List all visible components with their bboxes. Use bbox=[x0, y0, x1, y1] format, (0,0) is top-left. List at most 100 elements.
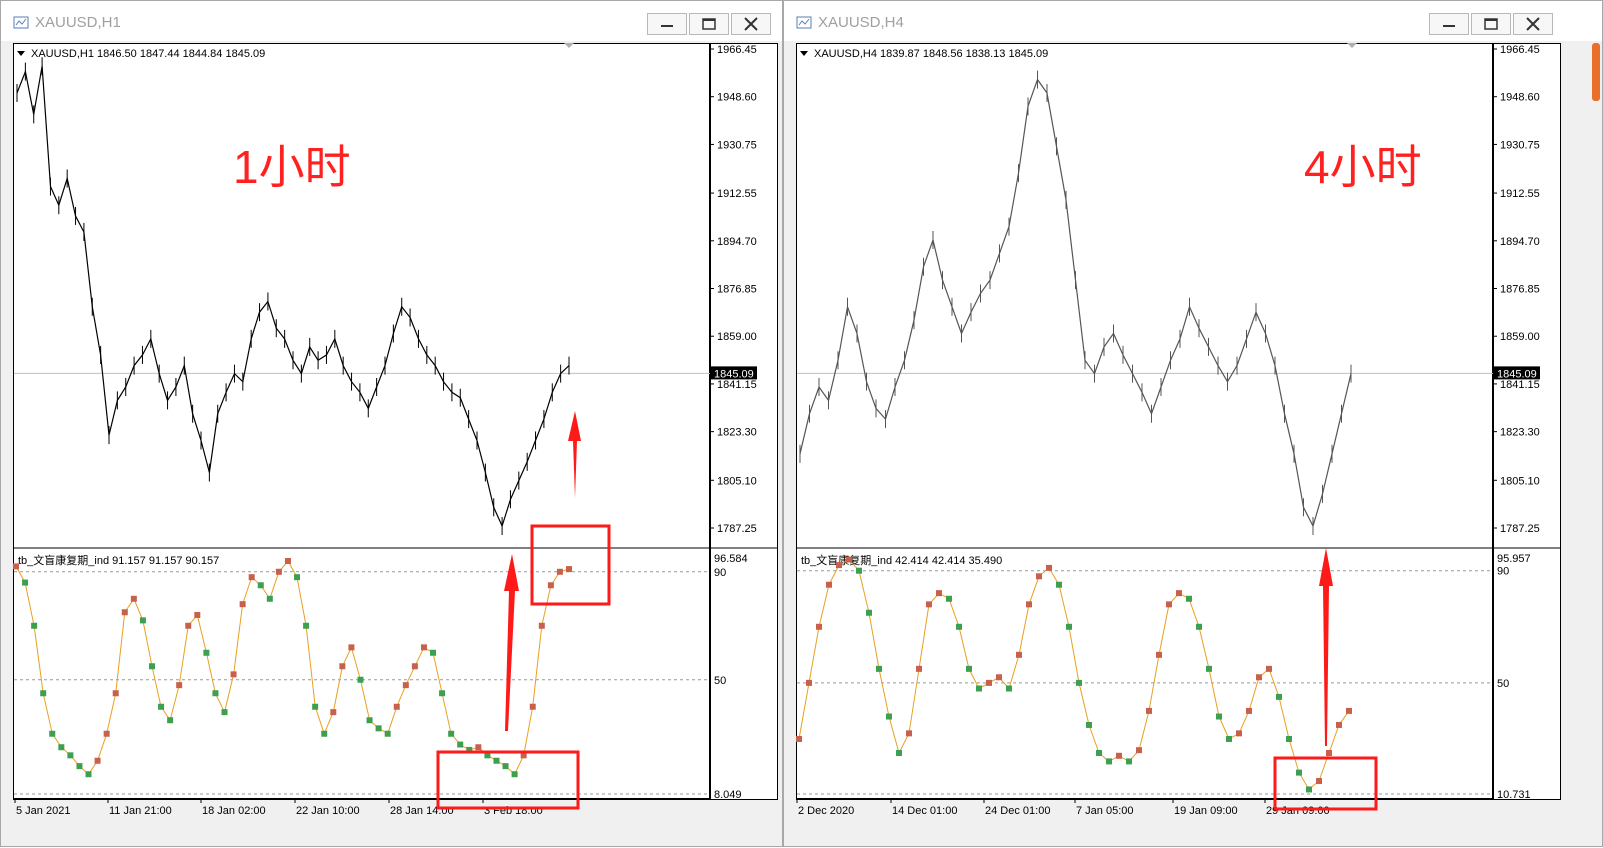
indicator-point bbox=[139, 617, 146, 624]
dropdown-triangle-icon bbox=[17, 51, 25, 56]
time-tick-label: 18 Jan 02:00 bbox=[202, 805, 266, 817]
indicator-point bbox=[185, 622, 192, 629]
indicator-point bbox=[475, 744, 482, 751]
indicator-point bbox=[1106, 758, 1112, 765]
price-tick-label: 1894.70 bbox=[717, 236, 757, 248]
time-tick-label: 24 Dec 01:00 bbox=[985, 805, 1050, 817]
price-tick-label: 1930.75 bbox=[717, 139, 757, 151]
time-tick-label: 2 Dec 2020 bbox=[798, 805, 854, 817]
indicator-point bbox=[1326, 749, 1332, 756]
scrollbar-thumb[interactable] bbox=[1592, 43, 1600, 101]
indicator-point bbox=[906, 730, 912, 737]
indicator-point bbox=[996, 674, 1002, 681]
indicator-point bbox=[402, 682, 409, 689]
indicator-point bbox=[266, 595, 273, 602]
indicator-point bbox=[796, 735, 802, 742]
indicator-point bbox=[1066, 623, 1072, 630]
indicator-point bbox=[1136, 747, 1142, 754]
indicator-level-label: 50 bbox=[1497, 678, 1509, 690]
indicator-point bbox=[1166, 601, 1172, 608]
indicator-point bbox=[248, 574, 255, 581]
price-tick-label: 1841.15 bbox=[717, 379, 757, 391]
indicator-max-label: 96.584 bbox=[714, 553, 748, 565]
indicator-point bbox=[816, 623, 822, 630]
chart-canvas[interactable]: XAUUSD,H1 1846.50 1847.44 1844.84 1845.0… bbox=[1, 1, 784, 848]
indicator-point bbox=[239, 601, 246, 608]
indicator-point bbox=[103, 730, 110, 737]
indicator-point bbox=[148, 663, 155, 670]
indicator-point bbox=[1216, 713, 1222, 720]
time-tick-label: 7 Jan 05:00 bbox=[1076, 805, 1134, 817]
indicator-point bbox=[946, 595, 952, 602]
indicator-point bbox=[956, 623, 962, 630]
indicator-point bbox=[257, 582, 264, 589]
price-tick-label: 1805.10 bbox=[1500, 475, 1540, 487]
price-series bbox=[799, 78, 1352, 528]
indicator-header: tb_文盲康复期_ind 42.414 42.414 35.490 bbox=[801, 553, 1002, 567]
price-tick-label: 1876.85 bbox=[1500, 284, 1540, 296]
indicator-point bbox=[1036, 573, 1042, 580]
time-tick-label: 5 Jan 2021 bbox=[16, 805, 70, 817]
indicator-point bbox=[330, 709, 337, 716]
indicator-point bbox=[1266, 665, 1272, 672]
indicator-point bbox=[167, 717, 174, 724]
indicator-point bbox=[876, 665, 882, 672]
up-arrow-icon bbox=[1319, 548, 1333, 746]
indicator-point bbox=[194, 611, 201, 618]
indicator-point bbox=[826, 581, 832, 588]
indicator-point bbox=[94, 757, 101, 764]
indicator-point bbox=[411, 663, 418, 670]
chart-window-h1[interactable]: XAUUSD,H1 XAUUSD,H1 1846.50 1847.44 1844… bbox=[0, 0, 783, 847]
indicator-point bbox=[112, 690, 119, 697]
indicator-point bbox=[49, 730, 56, 737]
indicator-point bbox=[1006, 685, 1012, 692]
indicator-point bbox=[511, 771, 518, 778]
indicator-point bbox=[556, 568, 563, 575]
vertical-scrollbar[interactable] bbox=[1590, 41, 1602, 841]
symbol-header: XAUUSD,H4 1839.87 1848.56 1838.13 1845.0… bbox=[814, 48, 1048, 60]
price-tick-label: 1859.00 bbox=[1500, 331, 1540, 343]
indicator-point bbox=[430, 649, 437, 656]
indicator-point bbox=[1226, 735, 1232, 742]
indicator-point bbox=[916, 665, 922, 672]
chart-canvas[interactable]: XAUUSD,H4 1839.87 1848.56 1838.13 1845.0… bbox=[784, 1, 1592, 848]
price-tick-label: 1787.25 bbox=[1500, 523, 1540, 535]
indicator-point bbox=[1086, 721, 1092, 728]
dropdown-triangle-icon bbox=[800, 51, 808, 56]
indicator-point bbox=[936, 590, 942, 597]
indicator-point bbox=[275, 568, 282, 575]
indicator-point bbox=[1126, 758, 1132, 765]
indicator-point bbox=[212, 690, 219, 697]
chart-window-h4[interactable]: XAUUSD,H4 XAUUSD,H4 1839.87 1848.56 1838… bbox=[783, 0, 1603, 847]
indicator-point bbox=[547, 582, 554, 589]
indicator-point bbox=[321, 730, 328, 737]
indicator-point bbox=[1016, 651, 1022, 658]
indicator-point bbox=[1276, 693, 1282, 700]
indicator-point bbox=[976, 685, 982, 692]
price-tick-label: 1948.60 bbox=[717, 92, 757, 104]
indicator-point bbox=[886, 713, 892, 720]
indicator-point bbox=[448, 730, 455, 737]
indicator-line bbox=[15, 560, 570, 776]
indicator-point bbox=[357, 676, 364, 683]
current-price-label: 1845.09 bbox=[714, 368, 754, 380]
indicator-point bbox=[294, 574, 301, 581]
indicator-point bbox=[203, 649, 210, 656]
indicator-point bbox=[806, 679, 812, 686]
indicator-point bbox=[538, 622, 545, 629]
indicator-point bbox=[76, 763, 83, 770]
price-tick-label: 1966.45 bbox=[1500, 44, 1540, 56]
indicator-point bbox=[529, 703, 536, 710]
indicator-point bbox=[58, 744, 65, 751]
price-tick-label: 1823.30 bbox=[717, 427, 757, 439]
indicator-point bbox=[230, 671, 237, 678]
indicator-point bbox=[836, 562, 842, 569]
indicator-point bbox=[31, 622, 38, 629]
indicator-point bbox=[420, 644, 427, 651]
indicator-point bbox=[284, 557, 291, 564]
indicator-point bbox=[176, 682, 183, 689]
indicator-point bbox=[856, 567, 862, 574]
indicator-point bbox=[375, 725, 382, 732]
indicator-min-label: 8.049 bbox=[714, 789, 742, 801]
indicator-point bbox=[312, 703, 319, 710]
